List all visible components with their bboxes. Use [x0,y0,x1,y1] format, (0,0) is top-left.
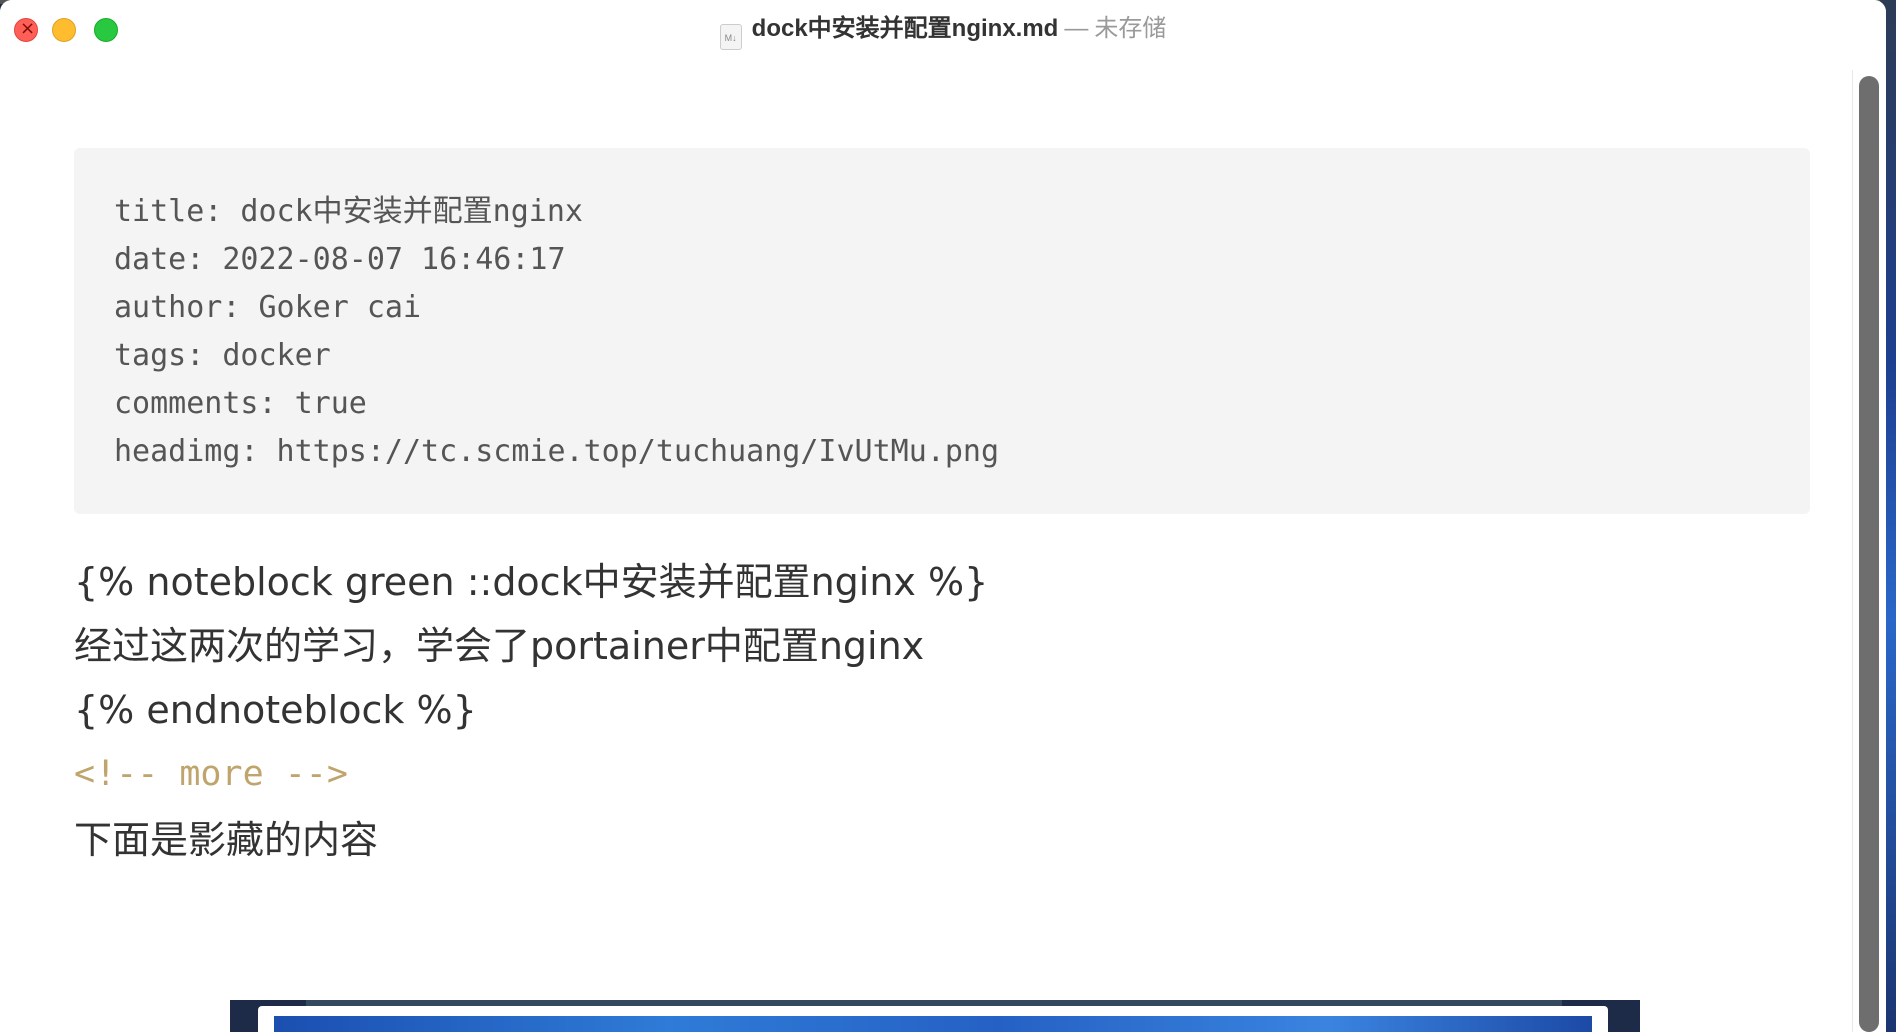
window-title: M↓ dock中安装并配置nginx.md — 未存储 [0,14,1886,50]
front-matter-tags: tags: docker [114,338,331,373]
noteblock-close-line[interactable]: {% endnoteblock %} [74,678,988,742]
noteblock-open-line[interactable]: {% noteblock green ::dock中安装并配置nginx %} [74,550,988,614]
more-comment[interactable]: <!-- more --> [74,742,988,806]
document-body[interactable]: {% noteblock green ::dock中安装并配置nginx %} … [74,550,988,872]
hidden-content-line[interactable]: 下面是影藏的内容 [74,808,988,872]
noteblock-content-line[interactable]: 经过这两次的学习，学会了portainer中配置nginx [74,614,988,678]
title-bar[interactable]: M↓ dock中安装并配置nginx.md—未存储 [0,0,1886,56]
front-matter-author: author: Goker cai [114,290,422,325]
front-matter-comments: comments: true [114,386,367,421]
vertical-scrollbar-thumb[interactable] [1859,76,1879,1032]
markdown-file-icon: M↓ [719,24,742,50]
front-matter-title: title: dock中安装并配置nginx [114,194,583,229]
save-status: 未存储 [1094,15,1167,42]
title-separator: — [1064,15,1089,42]
editor-window: M↓ dock中安装并配置nginx.md—未存储 title: dock中安装并… [0,0,1886,1032]
front-matter-date: date: 2022-08-07 16:46:17 [114,242,566,277]
front-matter-headimg: headimg: https://tc.scmie.top/tuchuang/I… [114,434,1000,469]
front-matter-block[interactable]: title: dock中安装并配置nginx date: 2022-08-07 … [74,148,1810,514]
document-name: dock中安装并配置nginx.md [751,15,1059,42]
front-matter-lines: title: dock中安装并配置nginx date: 2022-08-07 … [114,188,999,476]
image-content [274,1016,1592,1032]
